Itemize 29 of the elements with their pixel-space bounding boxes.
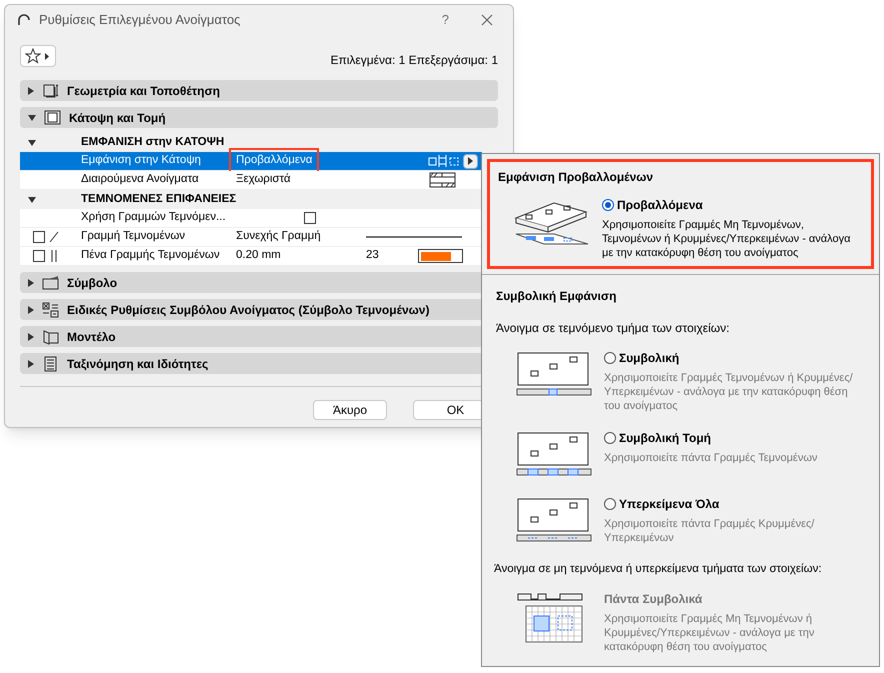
option-description: Χρησιμοποιείτε πάντα Γραμμές Τεμνομένων <box>604 451 818 465</box>
row-label: Χρήση Γραμμών Τεμνόμεν... <box>81 210 227 226</box>
selection-info: Επιλεγμένα: 1 Επεξεργάσιμα: 1 <box>330 52 498 69</box>
panel-title: Μοντέλο <box>67 328 116 346</box>
section-title: Συμβολική Εμφάνιση <box>496 288 618 305</box>
panel-title: Σύμβολο <box>67 274 118 292</box>
option-label: Πάντα Συμβολικά <box>604 591 704 608</box>
window-title: Ρυθμίσεις Επιλεγμένου Ανοίγματος <box>39 11 242 30</box>
row-label: Πένα Γραμμής Τεμνομένων <box>81 248 221 264</box>
row-label: Γραμμή Τεμνομένων <box>81 229 186 244</box>
option-description: Χρησιμοποιείτε Γραμμές Τεμνομένων ή Κρυμμένες/Υπερκειμένων - ανάλογα με την κατακόρυφη θέση του ανοίγματος <box>604 371 854 413</box>
group-label: ΤΕΜΝΟΜΕΝΕΣ ΕΠΙΦΑΝΕΙΕΣ <box>81 192 236 207</box>
panel-title: Κάτοψη και Τομή <box>69 110 166 126</box>
option-description: Χρησιμοποιείτε πάντα Γραμμές Κρυμμένες/Υπερκειμένων <box>604 517 816 545</box>
section-title: Εμφάνιση Προβαλλομένων <box>498 169 654 186</box>
row-value: Ξεχωριστά <box>236 172 292 188</box>
section-subtitle: Άνοιγμα σε τεμνόμενο τμήμα των στοιχείων: <box>496 320 730 337</box>
row-label: Εμφάνιση στην Κάτοψη <box>81 153 202 168</box>
section-subtitle: Άνοιγμα σε μη τεμνόμενα ή υπερκείμενα τμήματα των στοιχείων: <box>494 562 823 577</box>
panel-title: Γεωμετρία και Τοποθέτηση <box>67 82 220 100</box>
group-label: ΕΜΦΑΝΙΣΗ στην ΚΑΤΟΨΗ <box>81 134 224 150</box>
panel-title: Ταξινόμηση και Ιδιότητες <box>67 356 208 372</box>
option-description: Χρησιμοποιείτε Γραμμές Μη Τεμνομένων ή Κρυμμένες/Υπερκειμένων - ανάλογα με την κατακόρυφη θέση του ανοίγματος <box>604 612 816 654</box>
row-value: 0.20 mm <box>236 248 282 264</box>
row-value: Συνεχής Γραμμή <box>236 229 322 244</box>
row-label: Διαιρούμενα Ανοίγματα <box>81 172 200 188</box>
option-description: Χρησιμοποιείτε Γραμμές Μη Τεμνομένων, Τεμνομένων ή Κρυμμένες/Υπερκειμένων - ανάλογα με την κατακόρυφη θέση του ανοίγματος <box>602 218 852 260</box>
panel-title: Ειδικές Ρυθμίσεις Συμβόλου Ανοίγματος (Σύμβολο Τεμνομένων) <box>67 302 430 318</box>
pen-number: 23 <box>366 248 380 264</box>
